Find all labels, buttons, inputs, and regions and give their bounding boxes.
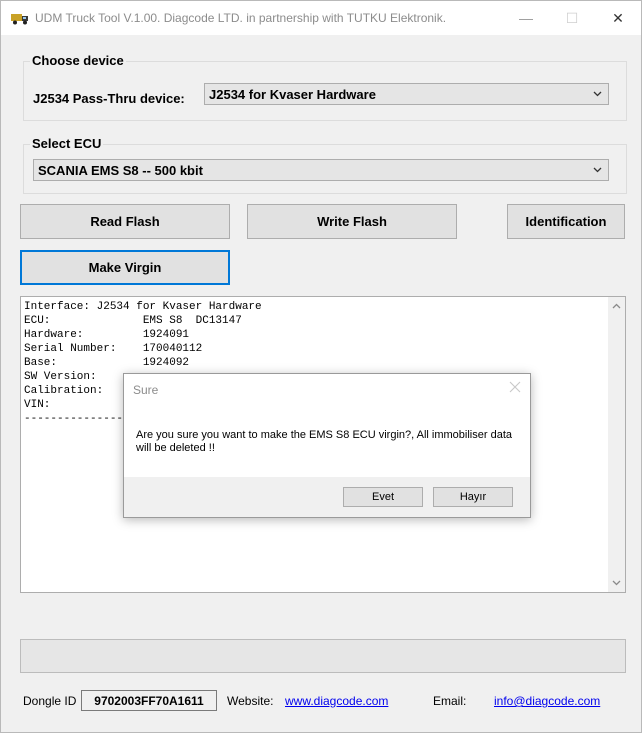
yes-button-label: Evet — [371, 491, 394, 503]
read-flash-button[interactable]: Read Flash — [20, 204, 230, 239]
dongle-id-value: 9702003FF70A1611 — [94, 693, 204, 708]
dongle-id-label: Dongle ID — [23, 694, 77, 708]
close-button[interactable]: ✕ — [595, 1, 641, 35]
dialog-title-bar[interactable]: Sure — [124, 374, 530, 404]
write-flash-button[interactable]: Write Flash — [247, 204, 457, 239]
write-flash-label: Write Flash — [317, 214, 387, 229]
dialog-title: Sure — [133, 383, 159, 397]
read-flash-label: Read Flash — [90, 214, 160, 229]
close-icon: ✕ — [612, 9, 624, 26]
website-link[interactable]: www.diagcode.com — [285, 694, 388, 708]
chevron-up-icon[interactable] — [612, 302, 621, 311]
yes-button[interactable]: Evet — [343, 487, 423, 507]
select-ecu-label: Select ECU — [30, 136, 104, 151]
choose-device-label: Choose device — [30, 53, 126, 68]
truck-app-icon — [11, 14, 28, 25]
no-button-label: Hayır — [459, 491, 487, 503]
dialog-body: Are you sure you want to make the EMS S8… — [124, 404, 530, 477]
progress-bar — [20, 639, 626, 673]
close-icon[interactable] — [509, 381, 521, 393]
dongle-id-box: 9702003FF70A1611 — [81, 690, 217, 711]
identification-label: Identification — [525, 214, 607, 229]
minimize-button[interactable]: — — [503, 1, 549, 35]
confirm-dialog: Sure Are you sure you want to make the E… — [123, 373, 531, 518]
title-bar[interactable]: UDM Truck Tool V.1.00. Diagcode LTD. in … — [1, 1, 641, 35]
make-virgin-label: Make Virgin — [88, 260, 162, 275]
chevron-down-icon — [593, 167, 602, 173]
log-scrollbar[interactable] — [608, 297, 625, 592]
passthru-device-select[interactable]: J2534 for Kvaser Hardware — [204, 83, 609, 105]
ecu-select[interactable]: SCANIA EMS S8 -- 500 kbit — [33, 159, 609, 181]
identification-button[interactable]: Identification — [507, 204, 625, 239]
ecu-select-value: SCANIA EMS S8 -- 500 kbit — [38, 163, 203, 178]
main-window: UDM Truck Tool V.1.00. Diagcode LTD. in … — [0, 0, 642, 733]
chevron-down-icon — [593, 91, 602, 97]
window-title: UDM Truck Tool V.1.00. Diagcode LTD. in … — [35, 11, 447, 25]
no-button[interactable]: Hayır — [433, 487, 513, 507]
passthru-device-label: J2534 Pass-Thru device: — [33, 91, 185, 106]
dialog-message: Are you sure you want to make the EMS S8… — [136, 429, 512, 454]
email-link[interactable]: info@diagcode.com — [494, 694, 600, 708]
passthru-device-value: J2534 for Kvaser Hardware — [209, 87, 376, 102]
maximize-button[interactable]: ☐ — [549, 1, 595, 35]
maximize-icon: ☐ — [565, 9, 579, 26]
make-virgin-button[interactable]: Make Virgin — [20, 250, 230, 285]
minimize-icon: — — [519, 10, 533, 26]
chevron-down-icon[interactable] — [612, 578, 621, 587]
email-label: Email: — [433, 694, 467, 708]
website-label: Website: — [227, 694, 274, 708]
